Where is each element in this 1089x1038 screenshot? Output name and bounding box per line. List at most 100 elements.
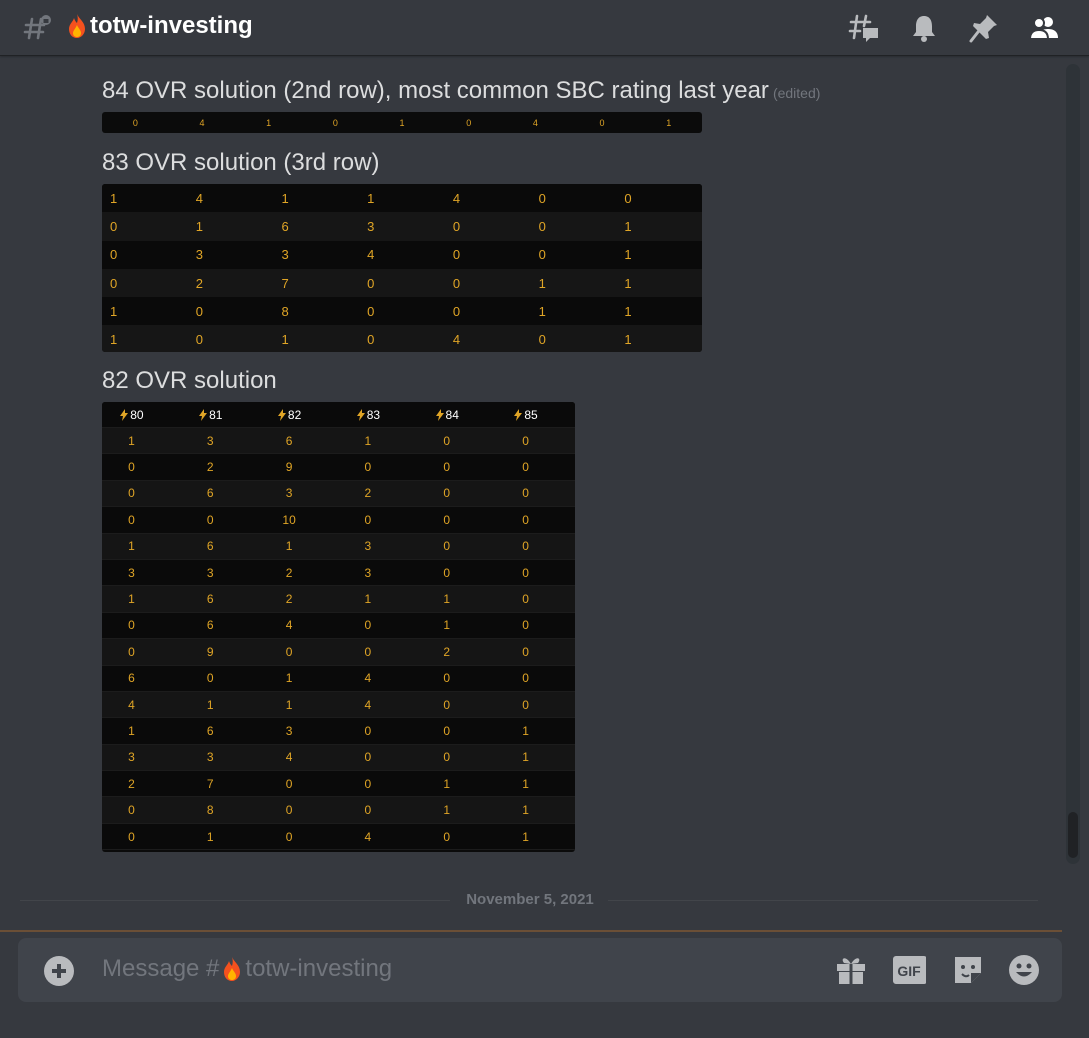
- table-cell: 4: [452, 332, 461, 348]
- table-header-cell: 83: [338, 408, 417, 422]
- table-cell: 0: [522, 460, 529, 475]
- table-cell: 1: [285, 671, 293, 686]
- emoji-icon[interactable]: [1007, 953, 1041, 987]
- table-cell: 3: [128, 565, 135, 580]
- gif-icon[interactable]: GIF: [892, 953, 926, 987]
- table-cell: 6: [206, 618, 214, 633]
- table-cell: 0: [443, 671, 451, 686]
- message-text: 83 OVR solution (3rd row): [102, 149, 379, 177]
- table-cell: 0: [522, 671, 529, 686]
- table-cell: 0: [128, 512, 135, 527]
- table-cell: 6: [128, 671, 135, 686]
- table-cell: 3: [281, 247, 289, 263]
- table-cell: 0: [443, 697, 451, 712]
- table-cell: 9: [285, 460, 293, 475]
- table-cell: 2: [206, 460, 214, 475]
- table-cell: 0: [538, 332, 546, 348]
- message-text: 84 OVR solution (2nd row), most common S…: [102, 77, 820, 105]
- totw-bolt-icon: [199, 408, 208, 421]
- discord-chat-window: totw-investing 84 OVR solution (2nd row)…: [0, 0, 1089, 1038]
- table-cell: 0: [128, 644, 135, 659]
- table-cell: 0: [367, 303, 375, 319]
- sticker-icon[interactable]: [951, 953, 985, 987]
- table-header-cell: 80: [102, 408, 181, 422]
- table-cell: 1: [624, 218, 632, 234]
- table-cell: 1: [128, 433, 135, 448]
- table-cell: 0: [452, 218, 461, 234]
- table-cell: 1: [443, 592, 451, 607]
- sbc-83-table-image[interactable]: 1 4 1 1 4 0 0 0 1 6 3 0 0 1 0 3 3 4 0 0 1 0 2 7 0 0 1 1 1 0 8 0 0 1 1 1 0 1 0 4…: [102, 184, 702, 352]
- table-cell: 4: [285, 618, 293, 633]
- table-row: 0 8 0 0 1 1: [102, 797, 575, 824]
- table-cell: 1: [624, 332, 632, 348]
- table-cell: 1: [128, 539, 135, 554]
- table-cell: 0: [206, 671, 214, 686]
- divider-line-right: [608, 900, 1038, 901]
- table-cell: 0: [443, 460, 451, 475]
- rating-label: 85: [524, 407, 538, 422]
- table-cell: 0: [367, 275, 375, 291]
- table-cell: 1: [285, 697, 293, 712]
- table-cell: 1: [285, 539, 293, 554]
- table-cell: 0: [195, 332, 203, 348]
- gift-icon[interactable]: [834, 953, 868, 987]
- table-row: 4 1 1 4 0 0: [102, 691, 575, 719]
- rating-label: 84: [445, 407, 459, 422]
- table-cell: 0: [452, 247, 461, 263]
- table-header-cell: 81: [181, 408, 260, 422]
- bell-icon[interactable]: [908, 12, 940, 44]
- table-cell: 4: [285, 750, 293, 765]
- scrollbar-track[interactable]: [1066, 64, 1080, 864]
- sbc-84-table-image[interactable]: 0 4 1 0 1 0 4 0 1: [102, 112, 702, 133]
- table-cell: 3: [364, 539, 372, 554]
- pin-icon[interactable]: [968, 12, 1000, 44]
- date-divider: November 5, 2021: [466, 891, 594, 908]
- table-header-cell: 85: [496, 408, 575, 422]
- table-cell: 1: [110, 332, 118, 348]
- table-cell: 0: [110, 247, 118, 263]
- table-cell: 1: [522, 723, 529, 738]
- table-cell: 0: [285, 776, 293, 791]
- table-row: 0 2 7 0 0 1 1: [102, 268, 702, 298]
- table-row: 0 6 3 2 0 0: [102, 480, 575, 508]
- table-cell: 1: [443, 803, 451, 818]
- member-list-icon[interactable]: [1028, 12, 1060, 44]
- divider-line-left: [20, 900, 450, 901]
- table-cell: 1: [364, 433, 372, 448]
- table-cell: 6: [281, 218, 289, 234]
- table-cell: 2: [128, 776, 135, 791]
- sbc-82-table-image[interactable]: 80 81 82 83 84 85 1 3 6 1 0 0 0 2 9 0 0 0 0 6 3 2 0 0 0 0 10 0 0 0 1 6 1…: [102, 402, 575, 852]
- upload-plus-button[interactable]: [44, 956, 74, 986]
- table-cell: 0: [128, 486, 135, 501]
- message-input[interactable]: [102, 952, 802, 988]
- table-cell: 0: [522, 618, 529, 633]
- message-text: 82 OVR solution: [102, 367, 277, 395]
- table-cell: 0: [522, 512, 529, 527]
- table-cell: 0: [452, 303, 461, 319]
- table-cell: 0: [364, 618, 372, 633]
- table-cell: 3: [206, 565, 214, 580]
- table-cell: 1: [443, 776, 451, 791]
- table-cell: 1: [206, 829, 214, 844]
- threads-icon[interactable]: [848, 12, 880, 44]
- table-row: 0 2 9 0 0 0: [102, 454, 575, 481]
- table-cell: 6: [206, 539, 214, 554]
- table-cell: 6: [206, 723, 214, 738]
- table-row: 0 1 6 3 0 0 1: [102, 212, 702, 241]
- table-cell: 1: [624, 247, 632, 263]
- scrollbar-thumb[interactable]: [1068, 812, 1078, 858]
- fire-emoji-icon: [69, 14, 85, 38]
- channel-name: totw-investing: [90, 12, 253, 39]
- edited-label: (edited): [772, 85, 821, 101]
- table-cell: 3: [285, 486, 293, 501]
- table-cell: 0: [110, 275, 118, 291]
- table-cell: 4: [452, 190, 461, 206]
- table-cell: 1: [110, 190, 118, 206]
- table-cell: 0: [285, 829, 293, 844]
- table-cell: 2: [443, 644, 451, 659]
- table-row: 0 4 1 0 1 0 4 0 1: [132, 117, 672, 128]
- table-cell: 10: [282, 512, 296, 527]
- table-row: 2 7 0 0 1 1: [102, 771, 575, 798]
- table-cell: 0: [443, 750, 451, 765]
- table-cell: 1: [522, 829, 529, 844]
